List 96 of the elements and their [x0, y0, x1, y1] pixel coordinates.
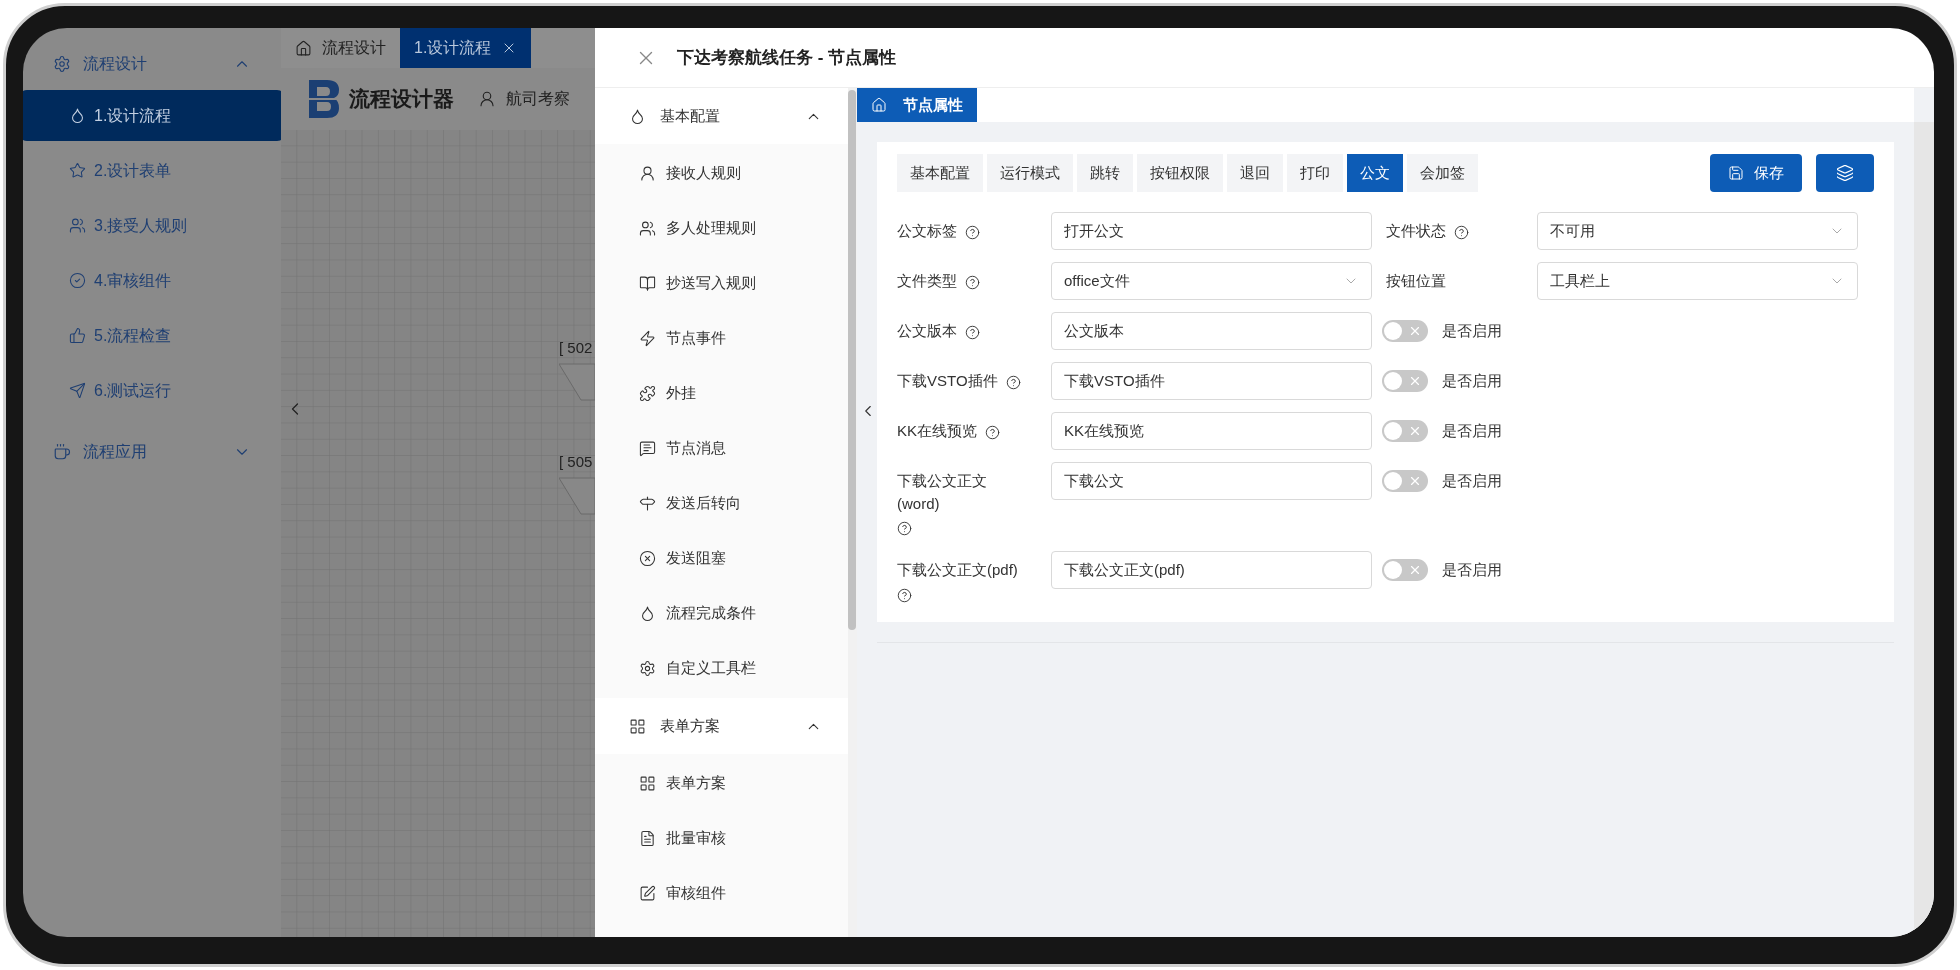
x-icon [1408, 324, 1422, 338]
layers-button[interactable] [1816, 154, 1874, 192]
toggle-switch[interactable] [1382, 559, 1428, 581]
droplet-icon [629, 107, 646, 125]
select-field[interactable]: office文件 [1051, 262, 1372, 300]
layers-icon [1836, 164, 1854, 182]
input-field[interactable]: 下载VSTO插件 [1051, 362, 1372, 400]
app-title: 流程设计器 [349, 86, 454, 113]
document-icon [639, 830, 656, 847]
input-field[interactable]: 打开公文 [1051, 212, 1372, 250]
field-label: 文件状态 [1386, 221, 1446, 241]
signpost-icon [639, 495, 656, 512]
logo-icon [309, 80, 339, 118]
send-icon [69, 382, 86, 399]
x-icon [1408, 563, 1422, 577]
menu-item[interactable]: 抄送写入规则 [595, 256, 848, 311]
menu-item[interactable]: 表单方案 [595, 756, 848, 811]
user-name: 航司考察 [506, 89, 570, 109]
page-tab[interactable]: 节点属性 [857, 88, 977, 122]
node-label: [ 505 [559, 452, 594, 472]
tab[interactable]: 跳转 [1077, 154, 1133, 192]
toggle-switch[interactable] [1382, 420, 1428, 442]
grid-icon [629, 717, 646, 735]
select-field[interactable]: 不可用 [1537, 212, 1858, 250]
scrollbar-thumb[interactable] [848, 90, 856, 630]
circle-x-icon [639, 550, 656, 567]
menu-item[interactable]: 多人处理规则 [595, 201, 848, 256]
menu-item[interactable]: 接收人规则 [595, 146, 848, 201]
menu-item[interactable]: 节点消息 [595, 421, 848, 476]
menu-item[interactable]: 流程完成条件 [595, 586, 848, 641]
menu-item[interactable]: 审核组件 [595, 866, 848, 921]
x-icon [1408, 474, 1422, 488]
switch-label: 是否启用 [1442, 559, 1502, 580]
menu-item[interactable]: 批量审核 [595, 811, 848, 866]
tab[interactable]: 1.设计流程 [400, 28, 532, 68]
puzzle-icon [639, 385, 656, 402]
drawer-title: 下达考察航线任务 - 节点属性 [677, 46, 897, 69]
tab[interactable]: 按钮权限 [1137, 154, 1223, 192]
tab[interactable]: 运行模式 [987, 154, 1073, 192]
thumbs-up-icon [69, 327, 86, 344]
field-label: 按钮位置 [1386, 271, 1446, 291]
tab[interactable]: 退回 [1227, 154, 1283, 192]
home-icon [295, 39, 312, 57]
tab[interactable]: 流程设计 [281, 28, 400, 68]
node-label: [ 502 [559, 338, 594, 358]
x-icon [1408, 424, 1422, 438]
switch-label: 是否启用 [1442, 470, 1502, 491]
tab[interactable]: 公文 [1347, 154, 1403, 192]
field-label: 下载VSTO插件 [897, 371, 998, 391]
user-icon [639, 165, 656, 182]
tab[interactable]: 打印 [1287, 154, 1343, 192]
settings-icon [639, 660, 656, 677]
field-label: 下载公文正文(word) [897, 471, 988, 514]
toggle-switch[interactable] [1382, 370, 1428, 392]
menu-group[interactable]: 表单方案 [595, 698, 848, 754]
switch-label: 是否启用 [1442, 320, 1502, 341]
switch-label: 是否启用 [1442, 370, 1502, 391]
save-button[interactable]: 保存 [1710, 154, 1802, 192]
menu-item[interactable]: 节点事件 [595, 311, 848, 366]
settings-icon [53, 55, 71, 73]
users-icon [69, 217, 86, 234]
input-field[interactable]: 下载公文正文(pdf) [1051, 551, 1372, 589]
input-field[interactable]: 公文版本 [1051, 312, 1372, 350]
field-label: KK在线预览 [897, 421, 977, 441]
users-icon [639, 220, 656, 237]
menu-item[interactable]: 发送后转向 [595, 476, 848, 531]
droplet-icon [69, 107, 86, 124]
field-label: 公文版本 [897, 321, 957, 341]
toggle-switch[interactable] [1382, 470, 1428, 492]
star-icon [69, 162, 86, 179]
lightning-icon [639, 330, 656, 347]
grid-icon [639, 775, 656, 792]
droplet-icon [639, 605, 656, 622]
message-icon [639, 440, 656, 457]
check-circle-icon [69, 272, 86, 289]
tab[interactable]: 会加签 [1407, 154, 1478, 192]
user-icon [478, 90, 496, 108]
save-icon [1728, 165, 1744, 181]
field-label: 下载公文正文(pdf) [897, 560, 1018, 580]
cup-icon [53, 443, 71, 461]
menu-item[interactable]: 自定义工具栏 [595, 641, 848, 696]
menu-item[interactable]: 外挂 [595, 366, 848, 421]
input-field[interactable]: 下载公文 [1051, 462, 1372, 500]
menu-item[interactable]: 发送阻塞 [595, 531, 848, 586]
tab[interactable]: 基本配置 [897, 154, 983, 192]
home-icon [871, 97, 887, 113]
switch-label: 是否启用 [1442, 420, 1502, 441]
field-label: 公文标签 [897, 221, 957, 241]
edit-icon [639, 885, 656, 902]
input-field[interactable]: KK在线预览 [1051, 412, 1372, 450]
x-icon [1408, 374, 1422, 388]
toggle-switch[interactable] [1382, 320, 1428, 342]
book-icon [639, 275, 656, 292]
field-label: 文件类型 [897, 271, 957, 291]
select-field[interactable]: 工具栏上 [1537, 262, 1858, 300]
menu-group[interactable]: 基本配置 [595, 88, 848, 144]
